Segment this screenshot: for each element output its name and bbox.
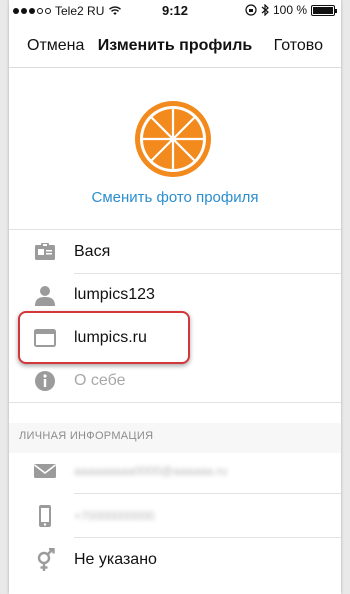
lock-rotation-icon	[245, 4, 257, 16]
bio-row[interactable]: О себе	[9, 361, 341, 401]
gender-field[interactable]: Не указано	[74, 551, 157, 569]
section-header-label: ЛИЧНАЯ ИНФОРМАЦИЯ	[19, 430, 154, 442]
username-row[interactable]: lumpics123	[9, 275, 341, 315]
info-icon	[35, 371, 55, 391]
bio-field[interactable]: О себе	[74, 372, 126, 390]
status-bar: Tele2 RU 9:12 100 %	[9, 0, 341, 20]
browser-window-icon	[34, 329, 56, 347]
username-field[interactable]: lumpics123	[74, 286, 155, 304]
email-row[interactable]: aaaaaaaaa0000@aaaaaa.ru	[9, 451, 341, 491]
change-photo-link[interactable]: Сменить фото профиля	[9, 189, 341, 206]
divider	[74, 273, 341, 274]
done-button[interactable]: Готово	[274, 37, 323, 55]
person-icon	[35, 286, 55, 306]
email-field[interactable]: aaaaaaaaa0000@aaaaaa.ru	[74, 464, 227, 478]
divider	[9, 402, 341, 403]
phone-field[interactable]: +70000000000	[74, 509, 154, 523]
gender-icon	[37, 548, 55, 571]
phone-screen: Tele2 RU 9:12 100 % Отмена Изменить проф…	[9, 0, 341, 594]
profile-avatar[interactable]	[134, 100, 212, 178]
phone-icon	[39, 505, 51, 527]
divider	[9, 229, 341, 230]
id-card-icon	[35, 243, 55, 260]
name-field[interactable]: Вася	[74, 243, 110, 261]
bluetooth-icon	[261, 4, 269, 16]
website-field[interactable]: lumpics.ru	[74, 329, 147, 347]
battery-percent: 100 %	[272, 3, 307, 17]
battery-icon	[311, 4, 337, 16]
divider	[74, 537, 341, 538]
divider	[74, 493, 341, 494]
private-info-header: ЛИЧНАЯ ИНФОРМАЦИЯ	[9, 423, 341, 453]
website-row[interactable]: lumpics.ru	[9, 318, 341, 358]
envelope-icon	[34, 464, 56, 478]
status-right: 100 %	[245, 3, 337, 17]
gender-row[interactable]: Не указано	[9, 540, 341, 580]
navigation-bar: Отмена Изменить профиль Готово	[9, 20, 341, 68]
phone-row[interactable]: +70000000000	[9, 496, 341, 536]
name-row[interactable]: Вася	[9, 232, 341, 272]
